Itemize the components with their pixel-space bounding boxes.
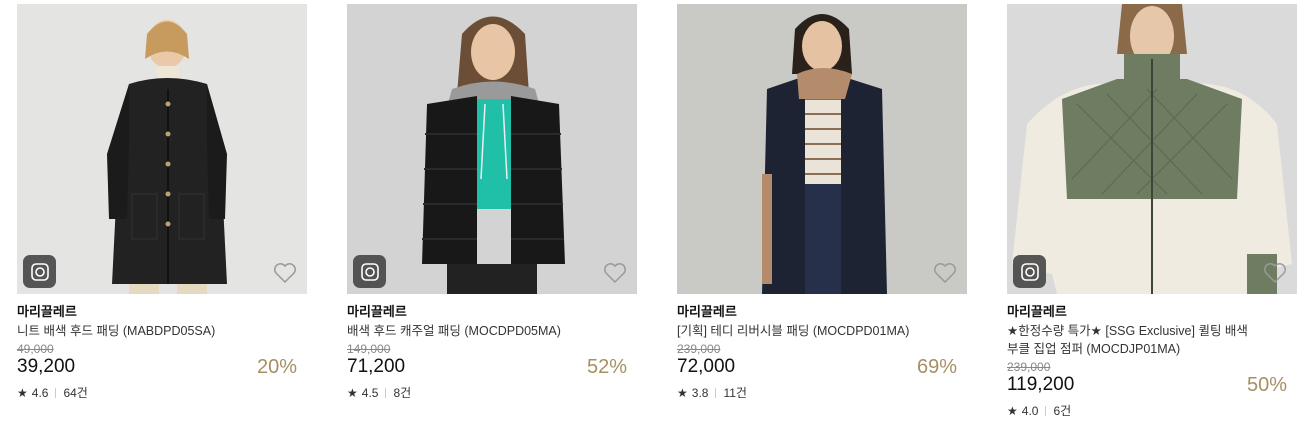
product-name[interactable]: [기획] 테디 리버시블 패딩 (MOCDPD01MA): [677, 322, 967, 340]
discount-rate: 52%: [586, 356, 627, 378]
rating-row: ★ 4.5 8건: [347, 386, 637, 400]
divider: [1045, 406, 1047, 416]
instagram-camera-icon[interactable]: [1013, 255, 1046, 288]
original-price: 149,000: [347, 342, 391, 356]
price-block: 149,000 71,200 52%: [347, 342, 637, 378]
product-grid: 마리끌레르 니트 배색 후드 패딩 (MABDPD05SA) 49,000 39…: [0, 0, 1306, 436]
price-block: 239,000 119,200 50%: [1007, 360, 1297, 396]
heart-outline-icon[interactable]: [603, 262, 627, 284]
rating-value: 4.5: [361, 386, 379, 400]
rating-row: ★ 4.0 6건: [1007, 404, 1297, 418]
discount-rate: 50%: [1246, 374, 1287, 396]
original-price: 49,000: [17, 342, 54, 356]
star-icon: ★: [1007, 404, 1018, 418]
product-card[interactable]: 마리끌레르 [기획] 테디 리버시블 패딩 (MOCDPD01MA) 239,0…: [677, 4, 967, 400]
rating-row: ★ 4.6 64건: [17, 386, 307, 400]
star-icon: ★: [677, 386, 688, 400]
product-photo-teddy-coat: [677, 4, 967, 294]
product-photo-long-coat: [17, 4, 307, 294]
price-block: 239,000 72,000 69%: [677, 342, 967, 378]
heart-outline-icon[interactable]: [1263, 262, 1287, 284]
brand-name[interactable]: 마리끌레르: [17, 304, 307, 320]
heart-outline-icon[interactable]: [933, 262, 957, 284]
heart-outline-icon[interactable]: [273, 262, 297, 284]
rating-value: 4.0: [1021, 404, 1039, 418]
instagram-camera-icon[interactable]: [353, 255, 386, 288]
discount-rate: 20%: [256, 356, 297, 378]
product-card[interactable]: 마리끌레르 니트 배색 후드 패딩 (MABDPD05SA) 49,000 39…: [17, 4, 307, 400]
review-count: 6건: [1053, 404, 1072, 418]
brand-name[interactable]: 마리끌레르: [1007, 304, 1297, 320]
product-image[interactable]: [1007, 4, 1297, 294]
product-name[interactable]: 니트 배색 후드 패딩 (MABDPD05SA): [17, 322, 307, 340]
review-count: 11건: [723, 386, 747, 400]
rating-value: 3.8: [691, 386, 709, 400]
brand-name[interactable]: 마리끌레르: [677, 304, 967, 320]
product-photo-puffer: [347, 4, 637, 294]
price-block: 49,000 39,200 20%: [17, 342, 307, 378]
product-name[interactable]: ★한정수량 특가★ [SSG Exclusive] 퀼팅 배색 부클 집업 점퍼…: [1007, 322, 1262, 358]
star-icon: ★: [347, 386, 358, 400]
brand-name[interactable]: 마리끌레르: [347, 304, 637, 320]
instagram-camera-icon[interactable]: [23, 255, 56, 288]
product-photo-boucle-jacket: [1007, 4, 1297, 294]
rating-row: ★ 3.8 11건: [677, 386, 967, 400]
review-count: 64건: [63, 386, 88, 400]
product-image[interactable]: [347, 4, 637, 294]
original-price: 239,000: [1007, 360, 1051, 374]
product-image[interactable]: [17, 4, 307, 294]
original-price: 239,000: [677, 342, 721, 356]
product-card[interactable]: 마리끌레르 ★한정수량 특가★ [SSG Exclusive] 퀼팅 배색 부클…: [1007, 4, 1297, 418]
divider: [385, 388, 387, 398]
product-name[interactable]: 배색 후드 캐주얼 패딩 (MOCDPD05MA): [347, 322, 637, 340]
product-card[interactable]: 마리끌레르 배색 후드 캐주얼 패딩 (MOCDPD05MA) 149,000 …: [347, 4, 637, 400]
divider: [55, 388, 57, 398]
rating-value: 4.6: [31, 386, 49, 400]
review-count: 8건: [393, 386, 412, 400]
divider: [715, 388, 717, 398]
product-image[interactable]: [677, 4, 967, 294]
star-icon: ★: [17, 386, 28, 400]
discount-rate: 69%: [916, 356, 957, 378]
